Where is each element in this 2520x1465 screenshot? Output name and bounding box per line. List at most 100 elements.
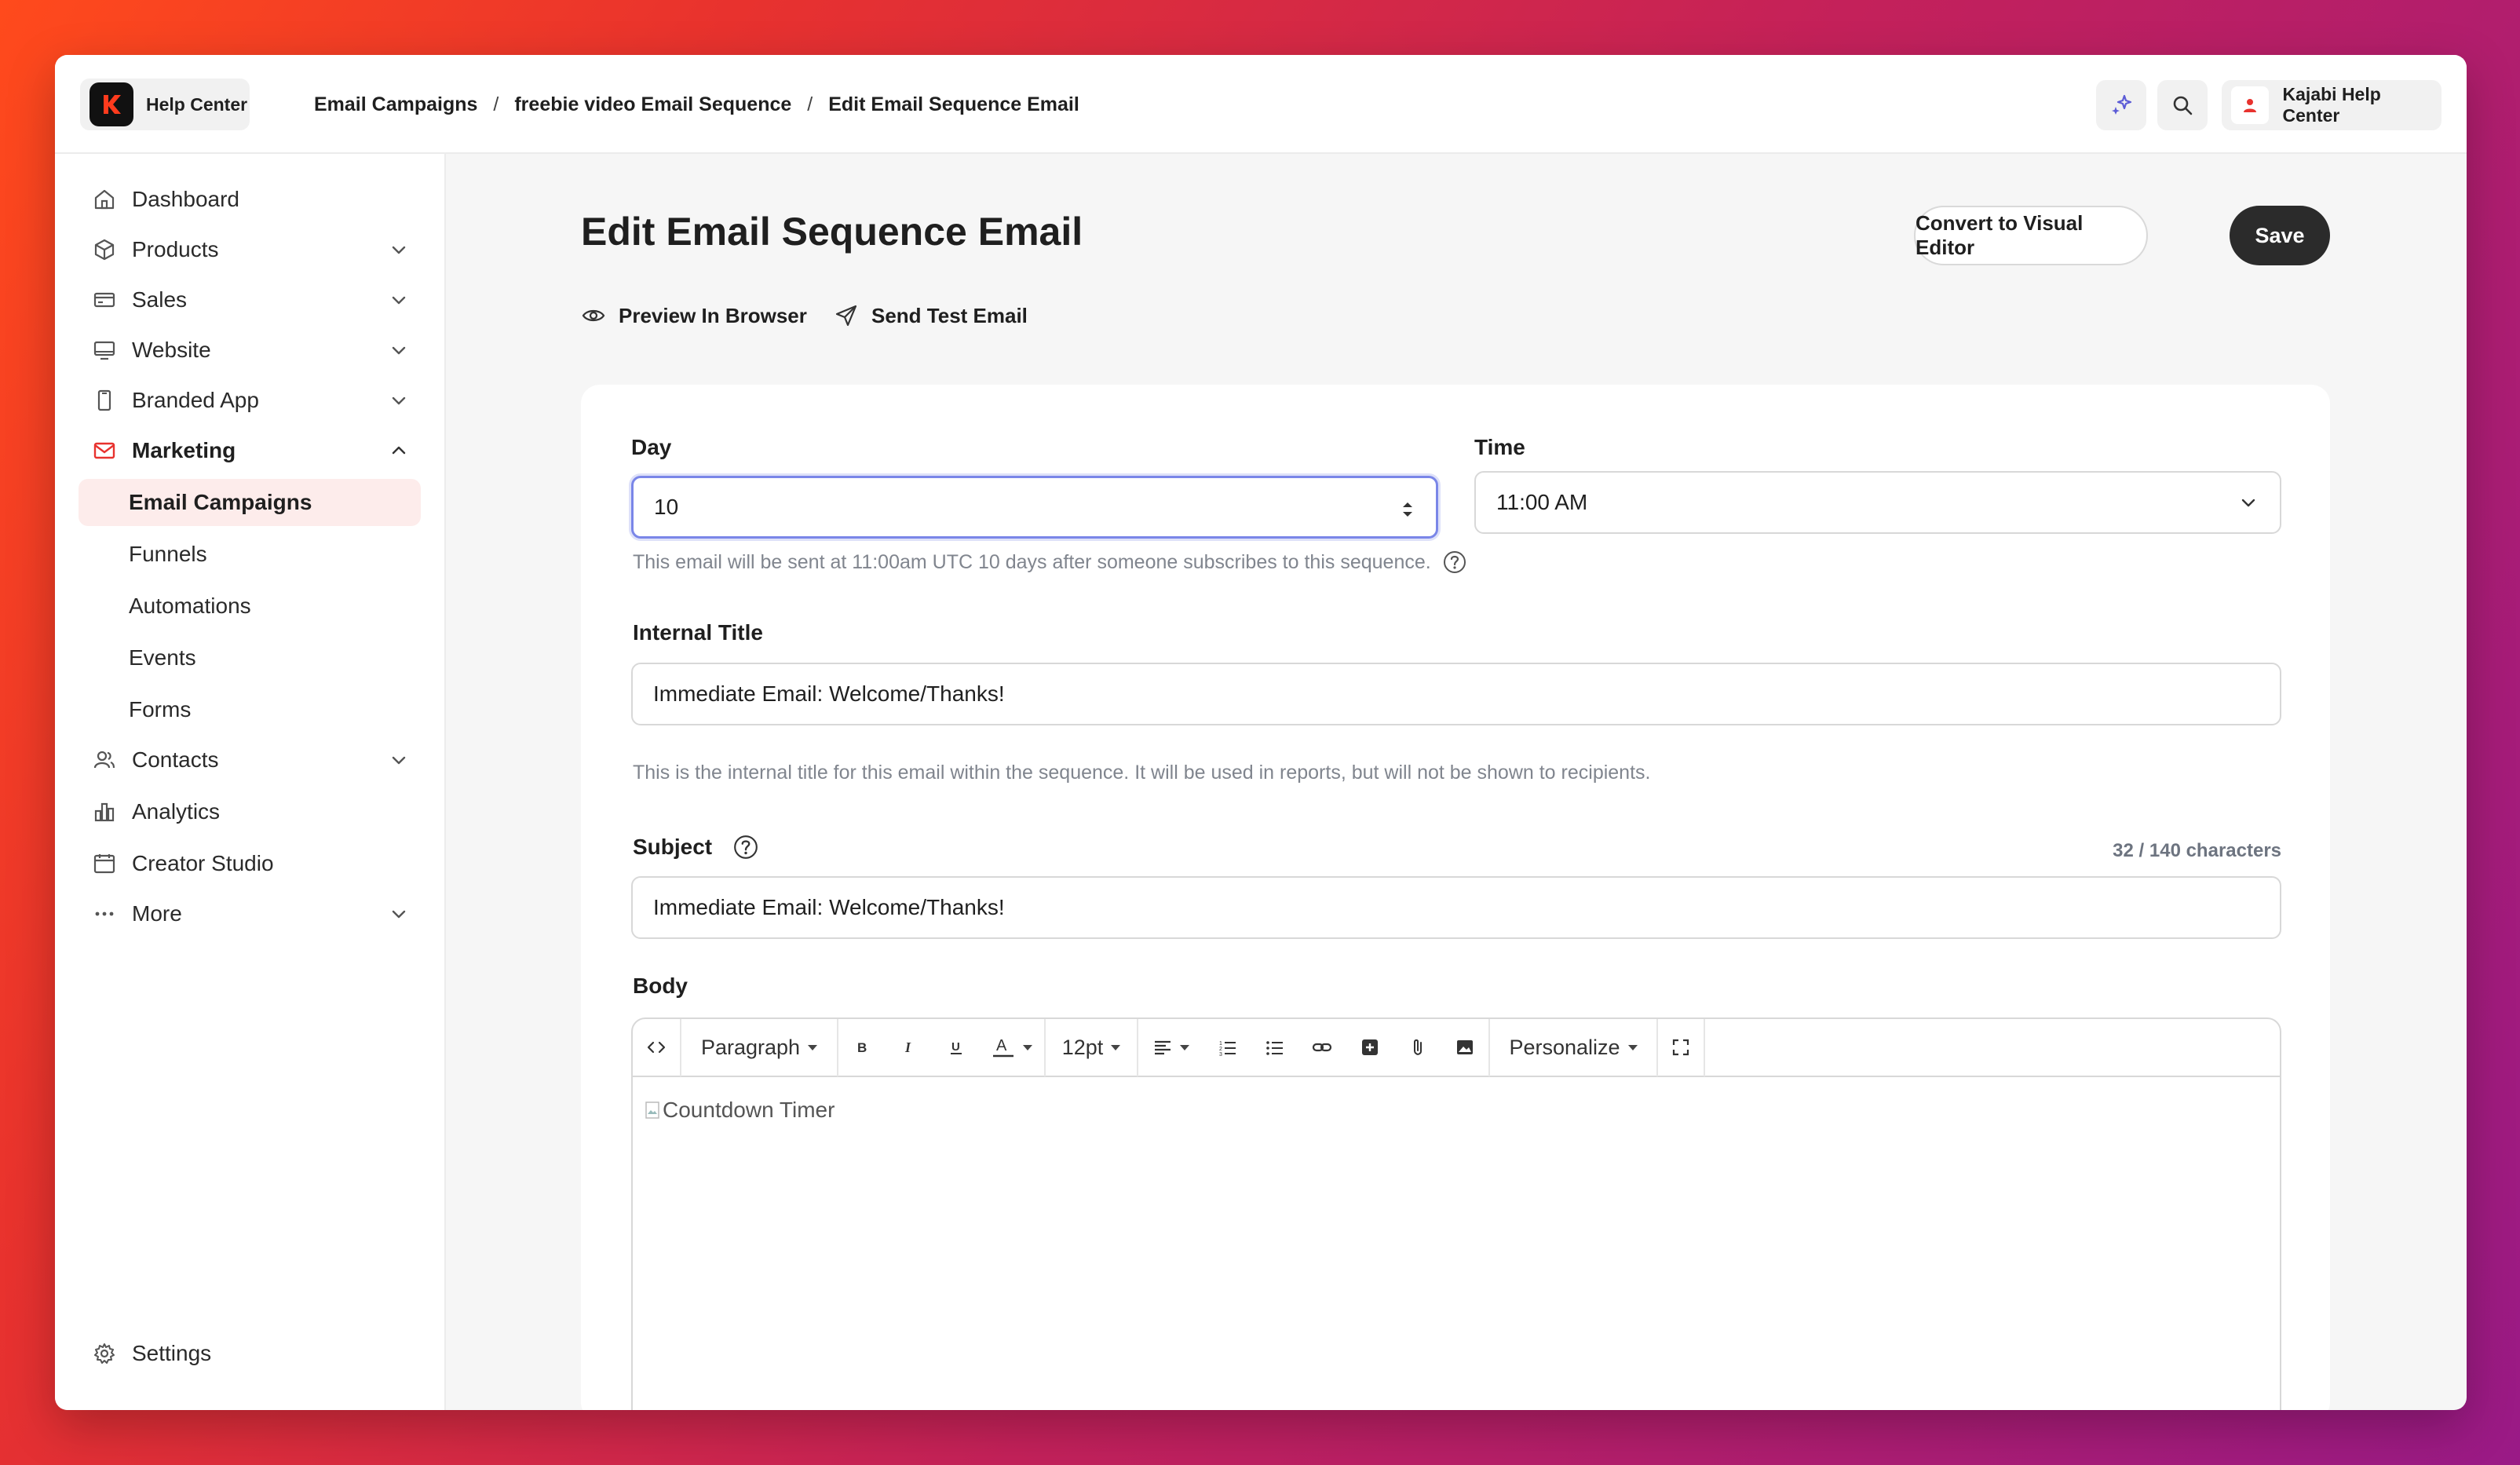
- italic-icon: I: [904, 1039, 911, 1055]
- sidebar-item-branded-app[interactable]: Branded App: [79, 377, 421, 424]
- internal-title-help-text: This is the internal title for this emai…: [633, 762, 1650, 784]
- bar-chart-icon: [91, 798, 118, 825]
- sidebar-item-more[interactable]: More: [79, 890, 421, 937]
- svg-text:3: 3: [1219, 1052, 1222, 1057]
- insert-image-button[interactable]: [1441, 1019, 1490, 1076]
- link-button[interactable]: [1298, 1019, 1346, 1076]
- font-size-select[interactable]: 12pt: [1046, 1019, 1138, 1076]
- broken-image-icon: [645, 1101, 659, 1119]
- sidebar-item-label: Dashboard: [132, 187, 239, 211]
- monitor-icon: [91, 337, 118, 364]
- box-icon: [91, 236, 118, 263]
- personalize-select[interactable]: Personalize: [1490, 1019, 1658, 1076]
- sidebar-item-label: Settings: [132, 1341, 212, 1365]
- question-circle-icon[interactable]: [1442, 550, 1467, 575]
- sidebar: Dashboard Products Sales Website Branded…: [55, 154, 446, 1410]
- send-test-email-link[interactable]: Send Test Email: [834, 298, 1028, 333]
- sidebar-item-funnels[interactable]: Funnels: [79, 531, 421, 578]
- underline-button[interactable]: U: [933, 1019, 980, 1076]
- sidebar-item-settings[interactable]: Settings: [79, 1330, 421, 1377]
- plus-square-icon: [1362, 1039, 1378, 1055]
- fullscreen-button[interactable]: [1658, 1019, 1705, 1076]
- breadcrumb-separator: /: [807, 93, 813, 115]
- avatar: [2231, 86, 2269, 124]
- preview-in-browser-link[interactable]: Preview In Browser: [581, 298, 807, 333]
- sidebar-item-label: Sales: [132, 287, 188, 312]
- preview-label: Preview In Browser: [619, 303, 807, 327]
- sidebar-item-label: Email Campaigns: [129, 490, 312, 514]
- subject-label-row: Subject: [633, 834, 759, 860]
- fullscreen-icon: [1672, 1039, 1689, 1056]
- sidebar-item-products[interactable]: Products: [79, 226, 421, 273]
- time-label: Time: [1474, 435, 1525, 459]
- svg-text:1: 1: [1219, 1041, 1222, 1047]
- subject-input[interactable]: Immediate Email: Welcome/Thanks!: [631, 876, 2281, 939]
- account-menu[interactable]: Kajabi Help Center: [2222, 80, 2441, 130]
- editor-content-area[interactable]: Countdown Timer: [645, 1098, 835, 1123]
- sidebar-item-dashboard[interactable]: Dashboard: [79, 176, 421, 223]
- insert-block-button[interactable]: [1346, 1019, 1394, 1076]
- search-button[interactable]: [2157, 80, 2208, 130]
- sidebar-item-email-campaigns[interactable]: Email Campaigns: [79, 479, 421, 526]
- sidebar-item-contacts[interactable]: Contacts: [79, 736, 421, 784]
- subject-label: Subject: [633, 835, 713, 859]
- attach-file-button[interactable]: [1394, 1019, 1441, 1076]
- breadcrumb-email-campaigns[interactable]: Email Campaigns: [314, 93, 477, 116]
- sidebar-item-label: Marketing: [132, 438, 236, 462]
- bold-icon: B: [857, 1040, 867, 1055]
- sidebar-item-creator-studio[interactable]: Creator Studio: [79, 840, 421, 887]
- text-color-button[interactable]: A: [980, 1019, 1046, 1076]
- source-code-button[interactable]: [633, 1019, 681, 1076]
- breadcrumb-sequence[interactable]: freebie video Email Sequence: [514, 93, 791, 116]
- paperclip-icon: [1414, 1039, 1422, 1055]
- convert-to-visual-editor-button[interactable]: Convert to Visual Editor: [1914, 206, 2148, 265]
- sidebar-item-label: Branded App: [132, 388, 259, 412]
- body-editor[interactable]: Paragraph B I U A 12pt 1 2 3 Personalize…: [631, 1017, 2281, 1410]
- sidebar-item-events[interactable]: Events: [79, 634, 421, 681]
- internal-title-help-label: This is the internal title for this emai…: [633, 762, 1651, 784]
- sidebar-item-label: Funnels: [129, 542, 207, 566]
- day-input[interactable]: 10: [631, 476, 1438, 539]
- time-select[interactable]: 11:00 AM: [1474, 471, 2281, 534]
- ai-assistant-button[interactable]: [2096, 80, 2146, 130]
- caret-down-icon: [1627, 1044, 1638, 1050]
- save-button[interactable]: Save: [2230, 206, 2330, 265]
- sidebar-item-analytics[interactable]: Analytics: [79, 788, 421, 835]
- internal-title-input[interactable]: Immediate Email: Welcome/Thanks!: [631, 663, 2281, 725]
- breadcrumb: Email Campaigns / freebie video Email Se…: [314, 86, 1079, 122]
- numbered-list-button[interactable]: 123: [1204, 1019, 1251, 1076]
- account-label: Kajabi Help Center: [2282, 84, 2381, 126]
- sidebar-item-label: Events: [129, 645, 196, 670]
- top-bar: Help Center Email Campaigns / freebie vi…: [55, 55, 2467, 154]
- kajabi-logo-icon: [89, 82, 133, 126]
- search-icon: [2173, 96, 2193, 115]
- help-center-button[interactable]: Help Center: [80, 79, 250, 130]
- sidebar-item-website[interactable]: Website: [79, 327, 421, 374]
- send-test-label: Send Test Email: [871, 303, 1028, 327]
- bold-button[interactable]: B: [838, 1019, 886, 1076]
- chevron-down-icon: [392, 756, 406, 765]
- sidebar-item-sales[interactable]: Sales: [79, 276, 421, 323]
- bulleted-list-button[interactable]: [1251, 1019, 1298, 1076]
- text-color-icon: A: [993, 1037, 1013, 1058]
- italic-button[interactable]: I: [886, 1019, 933, 1076]
- code-icon: [647, 1041, 666, 1054]
- internal-title-value: Immediate Email: Welcome/Thanks!: [653, 681, 1005, 706]
- stepper-icon[interactable]: [1400, 499, 1415, 521]
- sidebar-item-automations[interactable]: Automations: [79, 583, 421, 630]
- app-window: Help Center Email Campaigns / freebie vi…: [55, 55, 2467, 1410]
- caret-down-icon: [1180, 1044, 1189, 1050]
- chevron-down-icon: [392, 296, 406, 305]
- sidebar-item-forms[interactable]: Forms: [79, 686, 421, 733]
- chevron-down-icon: [392, 910, 406, 919]
- question-circle-icon[interactable]: [732, 834, 759, 860]
- mail-icon: [91, 437, 118, 464]
- body-label: Body: [633, 974, 688, 998]
- sidebar-item-marketing[interactable]: Marketing: [79, 427, 421, 474]
- svg-text:I: I: [904, 1039, 911, 1055]
- sidebar-item-label: Creator Studio: [132, 851, 274, 875]
- paragraph-format-select[interactable]: Paragraph: [681, 1019, 838, 1076]
- align-button[interactable]: [1138, 1019, 1204, 1076]
- underline-icon: U: [951, 1040, 962, 1054]
- svg-text:U: U: [951, 1040, 960, 1054]
